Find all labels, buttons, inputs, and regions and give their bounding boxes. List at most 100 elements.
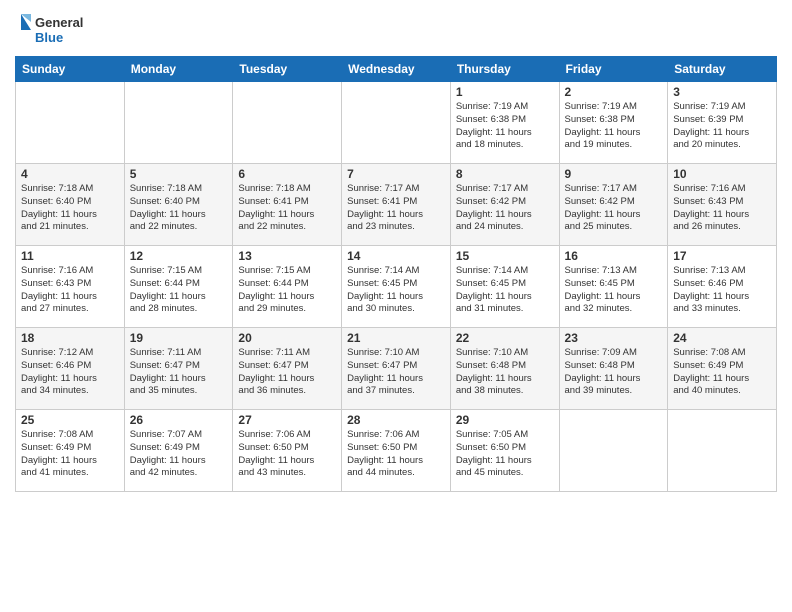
day-info: Sunrise: 7:16 AM Sunset: 6:43 PM Dayligh… [673,183,771,234]
day-info: Sunrise: 7:15 AM Sunset: 6:44 PM Dayligh… [130,265,228,316]
day-number: 9 [565,167,663,181]
calendar-cell-w2d2: 13 Sunrise: 7:15 AM Sunset: 6:44 PM Dayli… [233,246,342,328]
calendar-cell-w1d6: 10 Sunrise: 7:16 AM Sunset: 6:43 PM Dayli… [668,164,777,246]
day-info: Sunrise: 7:18 AM Sunset: 6:40 PM Dayligh… [130,183,228,234]
calendar-cell-w3d3: 21 Sunrise: 7:10 AM Sunset: 6:47 PM Dayli… [342,328,451,410]
day-info: Sunrise: 7:13 AM Sunset: 6:45 PM Dayligh… [565,265,663,316]
calendar-cell-w3d1: 19Sunrise: 7:11 AM Sunset: 6:47 PM Dayli… [124,328,233,410]
calendar: SundayMondayTuesdayWednesdayThursdayFrid… [15,56,777,492]
calendar-cell-w2d0: 11 Sunrise: 7:16 AM Sunset: 6:43 PM Dayli… [16,246,125,328]
day-number: 11 [21,249,119,263]
calendar-cell-w4d3: 28 Sunrise: 7:06 AM Sunset: 6:50 PM Dayli… [342,410,451,492]
day-info: Sunrise: 7:17 AM Sunset: 6:41 PM Dayligh… [347,183,445,234]
calendar-header-row: SundayMondayTuesdayWednesdayThursdayFrid… [16,57,777,82]
calendar-cell-w3d6: 24 Sunrise: 7:08 AM Sunset: 6:49 PM Dayli… [668,328,777,410]
day-number: 14 [347,249,445,263]
day-number: 25 [21,413,119,427]
calendar-cell-w2d1: 12 Sunrise: 7:15 AM Sunset: 6:44 PM Dayli… [124,246,233,328]
day-number: 2 [565,85,663,99]
day-info: Sunrise: 7:07 AM Sunset: 6:49 PM Dayligh… [130,429,228,480]
day-info: Sunrise: 7:15 AM Sunset: 6:44 PM Dayligh… [238,265,336,316]
day-info: Sunrise: 7:13 AM Sunset: 6:46 PM Dayligh… [673,265,771,316]
day-number: 3 [673,85,771,99]
day-info: Sunrise: 7:08 AM Sunset: 6:49 PM Dayligh… [21,429,119,480]
calendar-cell-w0d4: 1 Sunrise: 7:19 AM Sunset: 6:38 PM Daylig… [450,82,559,164]
calendar-week-0: 1 Sunrise: 7:19 AM Sunset: 6:38 PM Daylig… [16,82,777,164]
calendar-week-2: 11 Sunrise: 7:16 AM Sunset: 6:43 PM Dayli… [16,246,777,328]
day-info: Sunrise: 7:19 AM Sunset: 6:38 PM Dayligh… [565,101,663,152]
calendar-cell-w0d2 [233,82,342,164]
calendar-header-friday: Friday [559,57,668,82]
calendar-cell-w0d3 [342,82,451,164]
day-info: Sunrise: 7:09 AM Sunset: 6:48 PM Dayligh… [565,347,663,398]
day-info: Sunrise: 7:11 AM Sunset: 6:47 PM Dayligh… [238,347,336,398]
day-info: Sunrise: 7:06 AM Sunset: 6:50 PM Dayligh… [347,429,445,480]
calendar-header-tuesday: Tuesday [233,57,342,82]
day-info: Sunrise: 7:17 AM Sunset: 6:42 PM Dayligh… [565,183,663,234]
logo: General Blue [15,10,95,50]
day-number: 16 [565,249,663,263]
calendar-cell-w4d1: 26 Sunrise: 7:07 AM Sunset: 6:49 PM Dayli… [124,410,233,492]
day-number: 13 [238,249,336,263]
svg-text:General: General [35,15,83,30]
calendar-cell-w3d5: 23 Sunrise: 7:09 AM Sunset: 6:48 PM Dayli… [559,328,668,410]
day-number: 29 [456,413,554,427]
calendar-cell-w4d5 [559,410,668,492]
day-info: Sunrise: 7:08 AM Sunset: 6:49 PM Dayligh… [673,347,771,398]
day-number: 22 [456,331,554,345]
calendar-cell-w3d4: 22 Sunrise: 7:10 AM Sunset: 6:48 PM Dayli… [450,328,559,410]
calendar-header-wednesday: Wednesday [342,57,451,82]
calendar-cell-w1d5: 9 Sunrise: 7:17 AM Sunset: 6:42 PM Daylig… [559,164,668,246]
day-info: Sunrise: 7:05 AM Sunset: 6:50 PM Dayligh… [456,429,554,480]
day-info: Sunrise: 7:11 AM Sunset: 6:47 PM Dayligh… [130,347,228,398]
day-number: 24 [673,331,771,345]
calendar-cell-w4d2: 27 Sunrise: 7:06 AM Sunset: 6:50 PM Dayli… [233,410,342,492]
calendar-cell-w3d2: 20 Sunrise: 7:11 AM Sunset: 6:47 PM Dayli… [233,328,342,410]
calendar-cell-w1d4: 8Sunrise: 7:17 AM Sunset: 6:42 PM Daylig… [450,164,559,246]
day-number: 4 [21,167,119,181]
day-number: 27 [238,413,336,427]
day-number: 6 [238,167,336,181]
calendar-cell-w2d6: 17 Sunrise: 7:13 AM Sunset: 6:46 PM Dayli… [668,246,777,328]
day-info: Sunrise: 7:18 AM Sunset: 6:40 PM Dayligh… [21,183,119,234]
calendar-cell-w1d3: 7Sunrise: 7:17 AM Sunset: 6:41 PM Daylig… [342,164,451,246]
calendar-cell-w1d1: 5 Sunrise: 7:18 AM Sunset: 6:40 PM Daylig… [124,164,233,246]
day-info: Sunrise: 7:06 AM Sunset: 6:50 PM Dayligh… [238,429,336,480]
calendar-cell-w0d0 [16,82,125,164]
day-number: 18 [21,331,119,345]
calendar-cell-w0d6: 3 Sunrise: 7:19 AM Sunset: 6:39 PM Daylig… [668,82,777,164]
calendar-cell-w2d5: 16 Sunrise: 7:13 AM Sunset: 6:45 PM Dayli… [559,246,668,328]
day-number: 12 [130,249,228,263]
calendar-week-1: 4 Sunrise: 7:18 AM Sunset: 6:40 PM Daylig… [16,164,777,246]
calendar-cell-w3d0: 18 Sunrise: 7:12 AM Sunset: 6:46 PM Dayli… [16,328,125,410]
day-info: Sunrise: 7:10 AM Sunset: 6:48 PM Dayligh… [456,347,554,398]
day-number: 21 [347,331,445,345]
calendar-cell-w1d0: 4 Sunrise: 7:18 AM Sunset: 6:40 PM Daylig… [16,164,125,246]
day-info: Sunrise: 7:19 AM Sunset: 6:39 PM Dayligh… [673,101,771,152]
day-info: Sunrise: 7:16 AM Sunset: 6:43 PM Dayligh… [21,265,119,316]
day-info: Sunrise: 7:10 AM Sunset: 6:47 PM Dayligh… [347,347,445,398]
calendar-cell-w0d5: 2 Sunrise: 7:19 AM Sunset: 6:38 PM Daylig… [559,82,668,164]
day-number: 17 [673,249,771,263]
day-number: 20 [238,331,336,345]
calendar-week-3: 18 Sunrise: 7:12 AM Sunset: 6:46 PM Dayli… [16,328,777,410]
calendar-header-sunday: Sunday [16,57,125,82]
calendar-cell-w4d4: 29 Sunrise: 7:05 AM Sunset: 6:50 PM Dayli… [450,410,559,492]
day-number: 28 [347,413,445,427]
calendar-header-thursday: Thursday [450,57,559,82]
day-number: 23 [565,331,663,345]
day-info: Sunrise: 7:12 AM Sunset: 6:46 PM Dayligh… [21,347,119,398]
day-number: 10 [673,167,771,181]
day-number: 26 [130,413,228,427]
calendar-cell-w1d2: 6 Sunrise: 7:18 AM Sunset: 6:41 PM Daylig… [233,164,342,246]
calendar-header-saturday: Saturday [668,57,777,82]
header: General Blue [15,10,777,50]
day-number: 5 [130,167,228,181]
day-info: Sunrise: 7:19 AM Sunset: 6:38 PM Dayligh… [456,101,554,152]
day-number: 1 [456,85,554,99]
calendar-cell-w4d0: 25 Sunrise: 7:08 AM Sunset: 6:49 PM Dayli… [16,410,125,492]
day-info: Sunrise: 7:18 AM Sunset: 6:41 PM Dayligh… [238,183,336,234]
day-info: Sunrise: 7:14 AM Sunset: 6:45 PM Dayligh… [456,265,554,316]
calendar-cell-w0d1 [124,82,233,164]
day-info: Sunrise: 7:14 AM Sunset: 6:45 PM Dayligh… [347,265,445,316]
